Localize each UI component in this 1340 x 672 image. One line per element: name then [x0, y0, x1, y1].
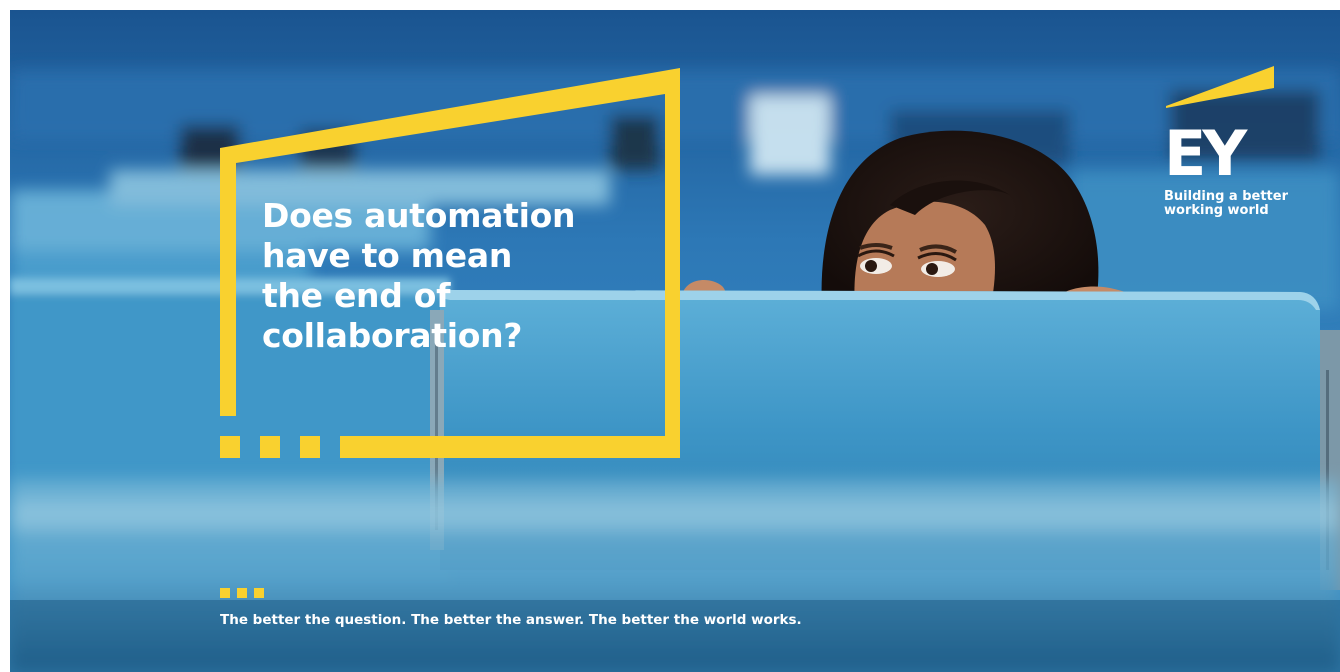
headline-question: Does automation have to mean the end of … [262, 196, 576, 355]
ey-logo: EY Building a better working world [1162, 66, 1312, 236]
footer-dots-graphic [220, 588, 272, 598]
slogan-text: The better the question. The better the … [220, 612, 802, 628]
ey-tagline: Building a better working world [1164, 189, 1289, 218]
ey-wordmark: EY [1164, 117, 1247, 190]
advertisement: Does automation have to mean the end of … [10, 10, 1340, 672]
office-cubicle-photo [10, 10, 1340, 672]
